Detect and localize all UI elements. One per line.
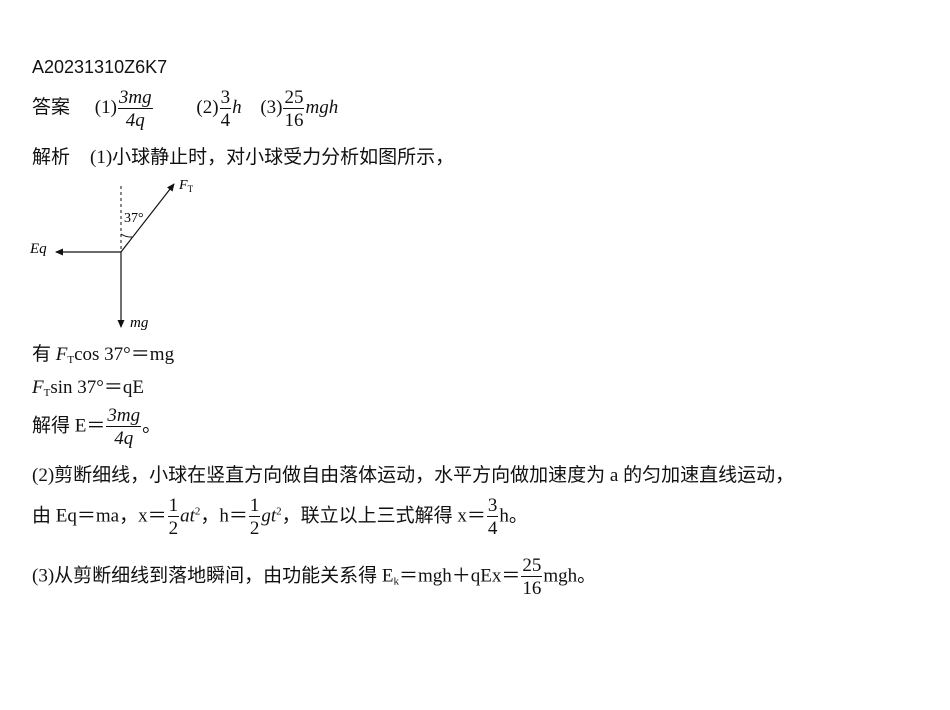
gravity-label: mg (130, 315, 149, 331)
part2-line-1: (2)剪断细线，小球在竖直方向做自由落体运动，水平方向做加速度为 a 的匀加速直… (32, 465, 795, 486)
answer-fraction-3: 25 16 (283, 87, 305, 131)
answer-part2: (2) 3 4 h (196, 87, 242, 131)
equation-1: 有 FTcos 37°＝mg (32, 344, 175, 366)
tension-label: FT (178, 178, 194, 194)
force-diagram: FT 37° Eq mg (29, 178, 194, 331)
answer-part1: (1) 3mg 4q (94, 87, 153, 131)
answer-fraction-1: 3mg 4q (117, 87, 153, 131)
answer-line: 答案 (1) 3mg 4q (2) 3 4 h (3) 25 16 mgh (32, 88, 338, 130)
answer-label: 答案 (32, 97, 71, 119)
three-quarter-fraction: 34 (486, 495, 499, 539)
half-fraction-1: 12 (167, 495, 180, 539)
equation-3: 解得 E＝ 3mg 4q。 (32, 405, 162, 449)
part3-line: (3)从剪断细线到落地瞬间，由功能关系得 Ek＝mgh＋qEx＝ 25 16 mgh。 (32, 555, 597, 599)
analysis-line-1: 解析 (1)小球静止时，对小球受力分析如图所示， (32, 147, 455, 168)
e-fraction: 3mg 4q (106, 405, 142, 449)
half-fraction-2: 12 (248, 495, 261, 539)
electric-force-label: Eq (29, 241, 47, 257)
energy-fraction: 25 16 (521, 555, 543, 599)
analysis-label: 解析 (32, 147, 71, 168)
answer-fraction-2: 34 (219, 87, 232, 131)
answer-part3: (3) 25 16 mgh (260, 87, 339, 131)
part2-line-2: 由 Eq＝ma，x＝ 1 2 at2，h＝ 1 2 gt2，联立以上三式解得 x＝ 3 4 h。 (32, 495, 528, 539)
angle-label: 37° (124, 211, 144, 226)
document-id: A20231310Z6K7 (32, 57, 168, 77)
equation-2: FTsin 37°＝qE (32, 377, 144, 399)
angle-arc (120, 233, 133, 238)
